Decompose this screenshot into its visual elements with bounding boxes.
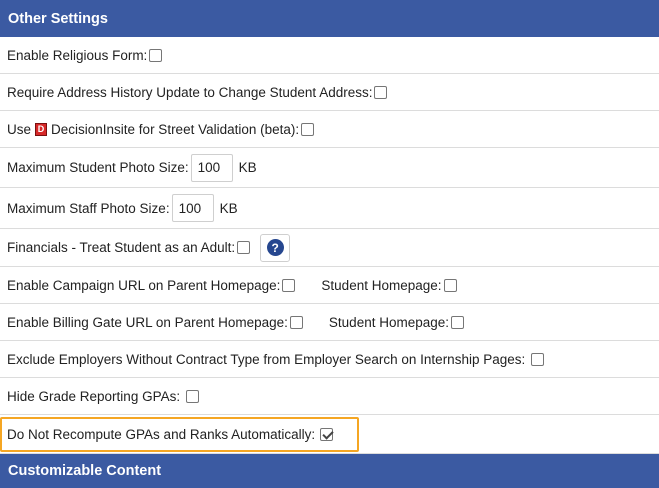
address-history-checkbox[interactable] [374,85,388,99]
setting-row-recompute-gpas: Do Not Recompute GPAs and Ranks Automati… [0,415,659,454]
section-title: Customizable Content [8,463,162,479]
setting-label: DecisionInsite for Street Validation (be… [51,121,300,137]
setting-row-campaign-url: Enable Campaign URL on Parent Homepage: … [0,267,659,304]
other-settings-header: Other Settings [0,0,659,37]
setting-label: Require Address History Update to Change… [7,84,373,100]
setting-label: Exclude Employers Without Contract Type … [7,351,526,367]
setting-label-prefix: Use [7,121,32,137]
setting-row-address-history: Require Address History Update to Change… [0,74,659,111]
setting-label: Maximum Staff Photo Size: [7,200,170,216]
setting-row-hide-gpas: Hide Grade Reporting GPAs: [0,378,659,415]
setting-row-decision-insite: Use D DecisionInsite for Street Validati… [0,111,659,148]
unit-label: KB [238,160,257,175]
recompute-gpas-checkbox[interactable] [320,427,334,441]
setting-row-staff-photo-size: Maximum Staff Photo Size: KB [0,188,659,229]
campaign-student-homepage-checkbox[interactable] [443,278,457,292]
unit-label: KB [219,200,238,216]
billing-parent-homepage-checkbox[interactable] [289,315,303,329]
decisioninsite-checkbox[interactable] [301,122,315,136]
setting-row-financials: Financials - Treat Student as an Adult: … [0,229,659,267]
setting-label: Maximum Student Photo Size: [7,160,189,175]
setting-row-student-photo-size: Maximum Student Photo Size: KB [0,148,659,188]
financials-adult-checkbox[interactable] [237,241,251,254]
help-button[interactable]: ? [260,233,291,262]
setting-row-billing-gate-url: Enable Billing Gate URL on Parent Homepa… [0,304,659,341]
setting-label-student: Student Homepage: [328,314,450,330]
staff-photo-size-input[interactable] [171,194,214,222]
student-photo-size-input[interactable] [190,153,233,182]
setting-label: Financials - Treat Student as an Adult: [7,240,236,255]
setting-label: Hide Grade Reporting GPAs: [7,388,181,404]
setting-row-religious-form: Enable Religious Form: [0,37,659,74]
setting-label: Enable Campaign URL on Parent Homepage: [7,277,281,293]
religious-form-checkbox[interactable] [149,48,163,62]
setting-label: Enable Religious Form: [7,47,148,63]
highlight-outline [0,417,359,452]
decisioninsite-logo-icon: D [35,122,48,136]
setting-row-exclude-employers: Exclude Employers Without Contract Type … [0,341,659,378]
customizable-content-header: Customizable Content [0,454,659,488]
setting-label: Enable Billing Gate URL on Parent Homepa… [7,314,288,330]
campaign-parent-homepage-checkbox[interactable] [282,278,296,292]
hide-gpas-checkbox[interactable] [186,389,200,403]
billing-student-homepage-checkbox[interactable] [451,315,465,329]
question-mark-icon: ? [266,239,284,256]
setting-label-student: Student Homepage: [321,277,442,293]
section-title: Other Settings [8,10,108,27]
exclude-employers-checkbox[interactable] [531,352,545,366]
